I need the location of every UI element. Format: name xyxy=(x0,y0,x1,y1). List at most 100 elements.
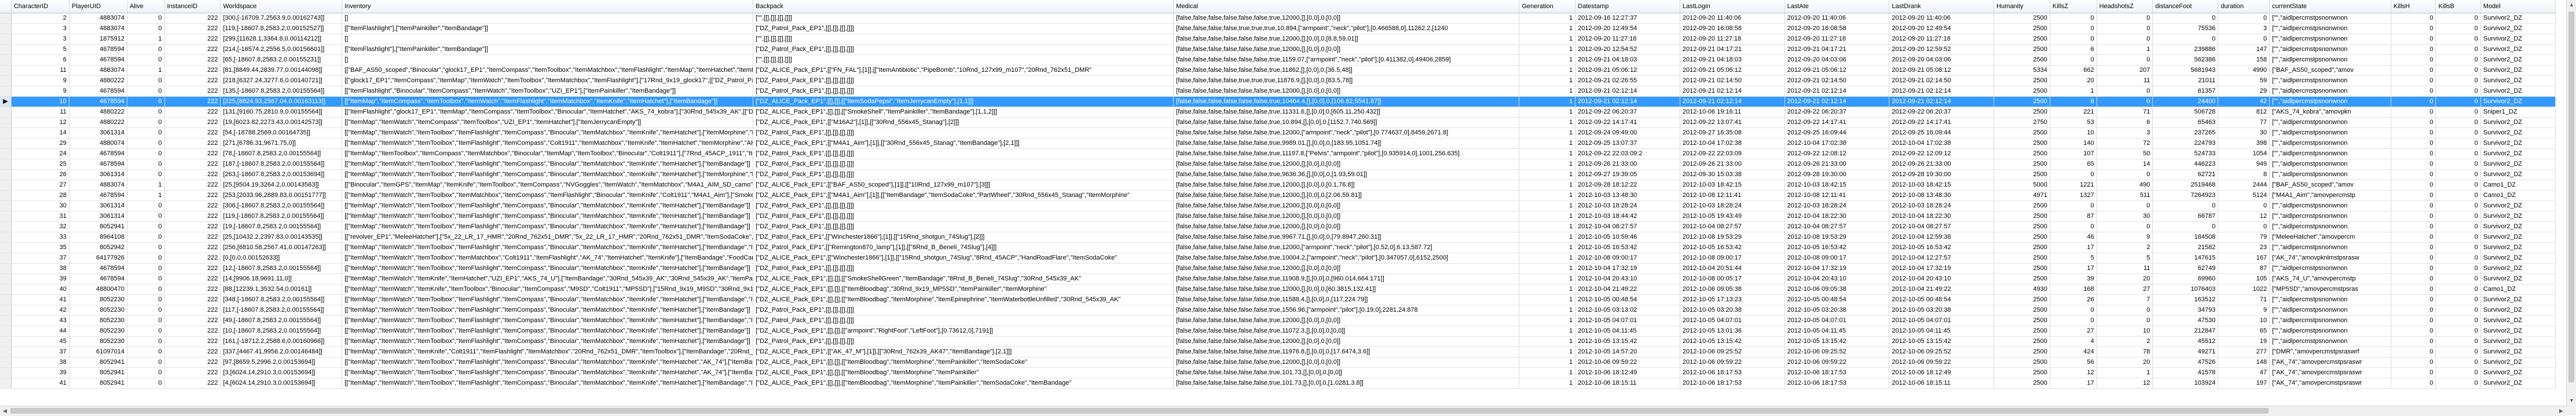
row-indicator[interactable] xyxy=(0,200,12,211)
cell-generation[interactable]: 1 xyxy=(1519,117,1576,128)
cell-distancefoot[interactable]: 21582 xyxy=(2152,242,2219,253)
cell-inventory[interactable]: [["ItemMap","ItemWatch","ItemToolbox","I… xyxy=(342,211,754,222)
cell-killsh[interactable]: 0 xyxy=(2391,221,2436,232)
cell-instanceid[interactable]: 222 xyxy=(164,284,221,295)
cell-inventory[interactable]: [["ItemMap","ItemWatch","ItemToolbox","I… xyxy=(342,253,754,264)
cell-inventory[interactable]: [["ItemMap","ItemWatch","ItemToolbox","I… xyxy=(342,127,754,138)
cell-lastate[interactable]: 2012-09-20 16:08:58 xyxy=(1784,23,1890,34)
cell-playeruid[interactable]: 4678594 xyxy=(69,159,127,170)
cell-lastdrank[interactable]: 2012-10-05 13:15:42 xyxy=(1889,336,1995,347)
cell-killsz[interactable]: 27 xyxy=(2050,326,2097,337)
cell-inventory[interactable]: [["ItemMap","ItemWatch","ItemToolbox","I… xyxy=(342,305,754,316)
cell-killsh[interactable]: 0 xyxy=(2391,75,2436,86)
cell-backpack[interactable]: ["DZ_ALICE_Pack_EP1",[[],[]],[["ItemSoda… xyxy=(753,96,1174,107)
row-indicator[interactable] xyxy=(0,54,12,65)
cell-datestamp[interactable]: 2012-09-21 05:06:12 xyxy=(1575,65,1680,76)
cell-distancefoot[interactable]: 61357 xyxy=(2152,86,2219,97)
cell-worldspace[interactable]: [214,[-16574.2,2556.5,0.00156601]] xyxy=(220,44,343,55)
cell-headshotsz[interactable]: 207 xyxy=(2097,65,2153,76)
cell-headshotsz[interactable]: 0 xyxy=(2097,13,2153,24)
cell-inventory[interactable]: [["ItemMap","ItemWatch","ItemToolbox","I… xyxy=(342,200,754,211)
cell-currentstate[interactable]: ["","aidlpercmstpsnonwnon xyxy=(2269,148,2391,159)
table-row[interactable]: 39 4678594 0 222 [14,[9906.18,9691.11,0]] [["… xyxy=(0,273,2556,284)
cell-distancefoot[interactable]: 0 xyxy=(2152,13,2219,24)
cell-headshotsz[interactable]: 490 xyxy=(2097,180,2153,191)
cell-killsz[interactable]: 10 xyxy=(2050,127,2097,138)
row-indicator[interactable] xyxy=(0,23,12,34)
cell-distancefoot[interactable]: 34793 xyxy=(2152,305,2219,316)
cell-generation[interactable]: 1 xyxy=(1519,346,1576,357)
cell-alive[interactable]: 0 xyxy=(127,378,165,389)
cell-currentstate[interactable]: ["","aidlpercmstpsnonwnon xyxy=(2269,242,2391,253)
cell-alive[interactable]: 0 xyxy=(127,75,165,86)
cell-headshotsz[interactable]: 20 xyxy=(2097,273,2153,284)
cell-currentstate[interactable]: ["","aidlpercmstpsnonwnon xyxy=(2269,169,2391,180)
cell-alive[interactable]: 0 xyxy=(127,315,165,326)
row-indicator[interactable] xyxy=(0,117,12,128)
cell-distancefoot[interactable]: 41578 xyxy=(2152,367,2219,378)
row-indicator[interactable] xyxy=(0,242,12,253)
cell-headshotsz[interactable]: 0 xyxy=(2097,221,2153,232)
cell-inventory[interactable]: [["ItemMap","ItemWatch","ItemToolbox","I… xyxy=(342,159,754,170)
cell-inventory[interactable]: [["ItemFlashlight","glock17_EP1","ItemMa… xyxy=(342,107,754,118)
table-row[interactable]: 37 61097014 0 222 [337,[4467.41,9956.2,0.001… xyxy=(0,346,2556,357)
cell-worldspace[interactable]: [14,[9906.18,9691.11,0]] xyxy=(220,273,343,284)
cell-datestamp[interactable]: 2012-09-26 21:33:00 xyxy=(1575,159,1680,170)
cell-headshotsz[interactable]: 72 xyxy=(2097,138,2153,149)
cell-lastlogin[interactable]: 2012-09-30 15:03:38 xyxy=(1680,169,1785,180)
cell-duration[interactable]: 147 xyxy=(2218,44,2270,55)
cell-generation[interactable]: 1 xyxy=(1519,326,1576,337)
cell-headshotsz[interactable]: 27 xyxy=(2097,284,2153,295)
cell-backpack[interactable]: ["DZ_Patrol_Pack_EP1",[[],[]],[[],[]]] xyxy=(753,75,1174,86)
cell-playeruid[interactable]: 8052230 xyxy=(69,326,127,337)
cell-worldspace[interactable]: [135,[-18607.8,2583.2,0.00155564]] xyxy=(220,86,343,97)
cell-duration[interactable]: 0 xyxy=(2218,200,2270,211)
cell-killsh[interactable]: 0 xyxy=(2391,54,2436,65)
cell-humanity[interactable]: 2500 xyxy=(1994,200,2050,211)
cell-distancefoot[interactable]: 7264923 xyxy=(2152,190,2219,201)
cell-worldspace[interactable]: [119,[-18607.8,2583.2,0.00155564]] xyxy=(220,211,343,222)
cell-killsb[interactable]: 0 xyxy=(2435,253,2481,264)
cell-duration[interactable]: 79 xyxy=(2218,232,2270,243)
cell-inventory[interactable]: [["ItemMap","ItemWatch","ItemToolbox","I… xyxy=(342,378,754,389)
cell-duration[interactable]: 77 xyxy=(2218,117,2270,128)
cell-alive[interactable]: 0 xyxy=(127,253,165,264)
cell-alive[interactable]: 0 xyxy=(127,138,165,149)
cell-killsb[interactable]: 0 xyxy=(2435,127,2481,138)
cell-lastate[interactable]: 2012-09-22 06:20:37 xyxy=(1784,107,1890,118)
cell-medical[interactable]: [false,false,false,false,false,false,tru… xyxy=(1173,96,1520,107)
cell-distancefoot[interactable]: 0 xyxy=(2152,34,2219,45)
cell-model[interactable]: Survivor2_DZ xyxy=(2480,159,2556,170)
cell-currentstate[interactable]: ["MeleeHatchet","amovpercm xyxy=(2269,232,2391,243)
cell-alive[interactable]: 1 xyxy=(127,180,165,191)
cell-medical[interactable]: [false,false,false,false,false,false,tru… xyxy=(1173,232,1520,243)
cell-generation[interactable]: 1 xyxy=(1519,127,1576,138)
cell-duration[interactable]: 12 xyxy=(2218,211,2270,222)
cell-medical[interactable]: [false,false,false,false,false,false,tru… xyxy=(1173,180,1520,191)
cell-alive[interactable]: 0 xyxy=(127,86,165,97)
cell-backpack[interactable]: ["DZ_ALICE_Pack_EP1",[["AK_47_M"],[1]],[… xyxy=(753,346,1174,357)
cell-model[interactable]: Survivor2_DZ xyxy=(2480,23,2556,34)
row-indicator[interactable] xyxy=(0,305,12,316)
cell-distancefoot[interactable]: 212847 xyxy=(2152,326,2219,337)
cell-headshotsz[interactable]: 0 xyxy=(2097,315,2153,326)
cell-killsb[interactable]: 0 xyxy=(2435,242,2481,253)
cell-instanceid[interactable]: 222 xyxy=(164,54,221,65)
column-header-worldspace[interactable]: Worldspace xyxy=(220,0,343,13)
cell-inventory[interactable]: [["glock17_EP1","ItemCompass","ItemMap",… xyxy=(342,75,754,86)
cell-datestamp[interactable]: 2012-10-03 13:48:30 xyxy=(1575,190,1680,201)
cell-lastdrank[interactable]: 2012-10-04 17:32:19 xyxy=(1889,263,1995,274)
cell-killsb[interactable]: 0 xyxy=(2435,357,2481,368)
cell-lastate[interactable]: 2012-09-21 04:17:21 xyxy=(1784,44,1890,55)
cell-humanity[interactable]: 2500 xyxy=(1994,273,2050,284)
cell-humanity[interactable]: 2750 xyxy=(1994,117,2050,128)
cell-killsh[interactable]: 0 xyxy=(2391,190,2436,201)
cell-playeruid[interactable]: 4678594 xyxy=(69,148,127,159)
cell-headshotsz[interactable]: 7 xyxy=(2097,294,2153,305)
cell-killsz[interactable]: 140 xyxy=(2050,138,2097,149)
cell-backpack[interactable]: ["DZ_ALICE_Pack_EP1",[["BAF_AS50_scoped"… xyxy=(753,180,1174,191)
cell-killsb[interactable]: 0 xyxy=(2435,34,2481,45)
cell-medical[interactable]: [false,false,false,false,false,false,tru… xyxy=(1173,367,1520,378)
cell-worldspace[interactable]: [19,[-18607.8,2583.2,0.00155564]] xyxy=(220,221,343,232)
cell-inventory[interactable]: [["ItemMap","ItemWatch","ItemToolbox","I… xyxy=(342,336,754,347)
